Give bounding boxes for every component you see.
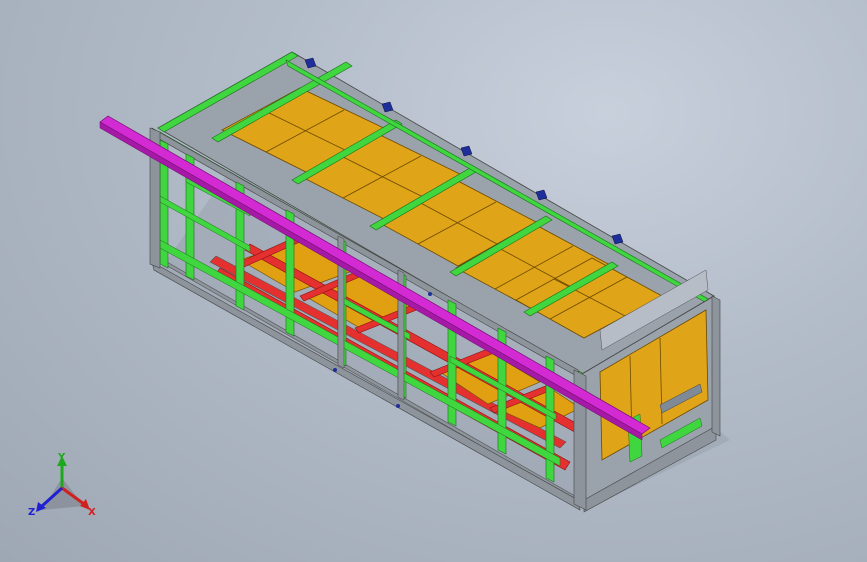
cad-viewport[interactable]: Y X Z	[0, 0, 867, 562]
z-axis-label: Z	[28, 507, 35, 518]
axis-triad[interactable]: Y X Z	[28, 452, 96, 518]
x-axis-label: X	[88, 507, 96, 518]
model-canvas[interactable]: Y X Z	[0, 0, 867, 562]
y-axis-label: Y	[57, 452, 66, 463]
